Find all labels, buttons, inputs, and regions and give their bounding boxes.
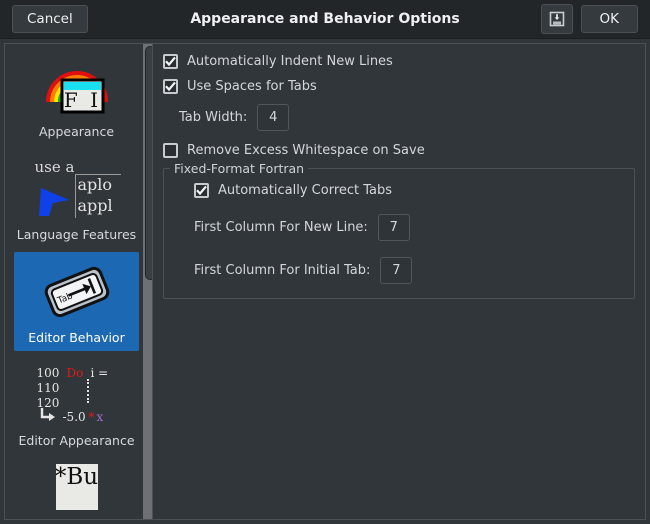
rainbow-fi-icon: F I [40,52,114,120]
auto-correct-tabs-checkbox[interactable] [194,183,209,198]
edapp-line4-value: -5.0 [62,410,86,424]
lang-suggest-2: appl [77,196,113,215]
edapp-line1-num: 100 [36,366,60,380]
options-sidebar[interactable]: F I Appearance use a aplo appl Language … [4,43,149,520]
first-column-new-line-row: First Column For New Line: 7 [194,214,624,241]
tab-width-row: Tab Width: 4 [179,104,637,131]
sidebar-item-editor-appearance[interactable]: 100 Do i = 110 120 -5.0 * x Editor Appea… [14,355,139,454]
ok-button[interactable]: OK [580,5,638,33]
auto-correct-tabs-label: Automatically Correct Tabs [218,183,393,198]
lang-suggest-1: aplo [77,175,113,194]
sidebar-list: F I Appearance use a aplo appl Language … [5,46,148,519]
lang-icon-prefix: use a [34,158,75,176]
sidebar-item-build[interactable]: *Bu [14,458,139,519]
build-icon-text: *Bu [55,464,98,510]
sidebar-item-language-features[interactable]: use a aplo appl Language Features [14,149,139,248]
sidebar-item-appearance[interactable]: F I Appearance [14,46,139,145]
remove-whitespace-checkbox[interactable] [163,143,178,158]
option-remove-whitespace-row[interactable]: Remove Excess Whitespace on Save [163,143,637,158]
auto-indent-checkbox[interactable] [163,54,178,69]
remove-whitespace-label: Remove Excess Whitespace on Save [187,143,425,158]
tab-width-label: Tab Width: [179,110,248,125]
option-use-spaces-row[interactable]: Use Spaces for Tabs [163,79,637,94]
options-main-panel: Automatically Indent New Lines Use Space… [152,43,646,520]
edapp-line2-num: 110 [36,381,60,395]
sidebar-item-label: Appearance [38,124,115,139]
edapp-line4-operator: * [88,410,95,424]
auto-indent-label: Automatically Indent New Lines [187,54,393,69]
dialog-body: F I Appearance use a aplo appl Language … [0,39,650,524]
appearance-icon-text: F I [63,88,102,112]
use-spaces-checkbox[interactable] [163,79,178,94]
cancel-button[interactable]: Cancel [12,5,88,33]
sidebar-item-label: Language Features [16,227,137,242]
edapp-line1-keyword: Do [66,366,84,380]
fixed-format-fortran-group: Fixed-Format Fortran Automatically Corre… [163,161,635,299]
save-to-disk-icon[interactable] [540,4,573,34]
sidebar-item-editor-behavior[interactable]: Tab Editor Behavior [14,252,139,351]
first-column-initial-tab-input[interactable]: 7 [380,257,413,284]
group-title: Fixed-Format Fortran [170,161,309,176]
use-spaces-label: Use Spaces for Tabs [187,79,317,94]
options-dialog: Cancel Appearance and Behavior Options O… [0,0,650,524]
sidebar-item-label: Editor Behavior [28,330,125,345]
first-column-new-line-input[interactable]: 7 [377,214,410,241]
titlebar-right-group: OK [540,4,650,34]
edapp-line1-rest: i = [90,366,109,380]
option-auto-correct-tabs-row[interactable]: Automatically Correct Tabs [194,183,624,198]
build-asterisk-icon: *Bu [55,464,98,510]
dialog-titlebar: Cancel Appearance and Behavior Options O… [0,0,650,39]
option-auto-indent-row[interactable]: Automatically Indent New Lines [163,54,637,69]
edapp-line4-var: x [96,410,104,424]
tab-width-input[interactable]: 4 [257,104,290,131]
sidebar-item-label: Editor Appearance [18,433,135,448]
first-column-initial-tab-row: First Column For Initial Tab: 7 [194,257,624,284]
first-column-new-line-label: First Column For New Line: [194,220,368,235]
code-coloring-icon: 100 Do i = 110 120 -5.0 * x [29,361,125,429]
tab-key-icon: Tab [32,258,122,326]
first-column-initial-tab-label: First Column For Initial Tab: [194,263,371,278]
autocomplete-cursor-icon: use a aplo appl [31,155,123,223]
